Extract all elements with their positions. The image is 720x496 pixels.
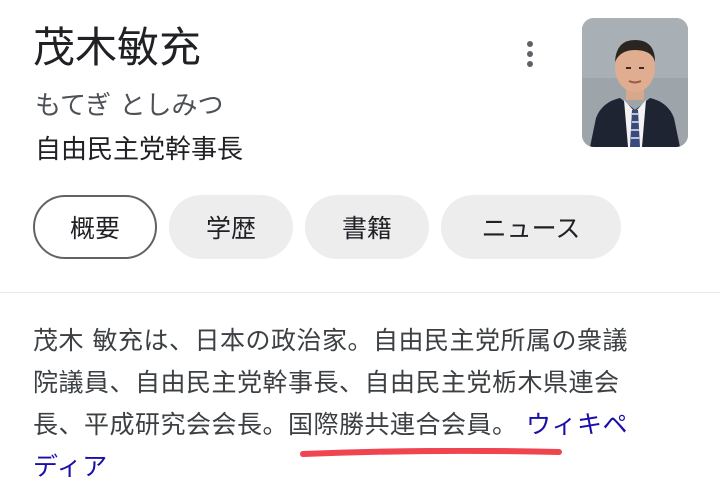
entity-photo[interactable] [582,18,688,147]
description-line-2: 院議員、自由民主党幹事長、自由民主党栃木県連会 [33,368,620,397]
more-vert-icon [527,41,533,47]
tab-books[interactable]: 書籍 [305,195,429,259]
entity-reading: もてぎ としみつ [35,91,224,121]
tab-overview[interactable]: 概要 [33,195,157,259]
entity-role: 自由民主党幹事長 [35,135,244,165]
red-underline-annotation [300,448,562,457]
tab-bar: 概要 学歴 書籍 ニュース [33,195,621,259]
wikipedia-link-continued[interactable]: ディア [33,452,108,481]
description-line-1: 茂木 敏充は、日本の政治家。自由民主党所属の衆議 [33,326,628,355]
section-divider [0,292,720,293]
description-line-3: 長、平成研究会会長。国際勝共連合会員。 [33,410,518,439]
description-text: 茂木 敏充は、日本の政治家。自由民主党所属の衆議 院議員、自由民主党幹事長、自由… [33,320,698,488]
entity-title: 茂木敏充 [33,23,202,72]
wikipedia-link[interactable]: ウィキペ [526,410,628,439]
person-photo-image [582,18,688,147]
tab-education[interactable]: 学歴 [169,195,293,259]
more-options-button[interactable] [512,36,548,72]
tab-news[interactable]: ニュース [441,195,621,259]
